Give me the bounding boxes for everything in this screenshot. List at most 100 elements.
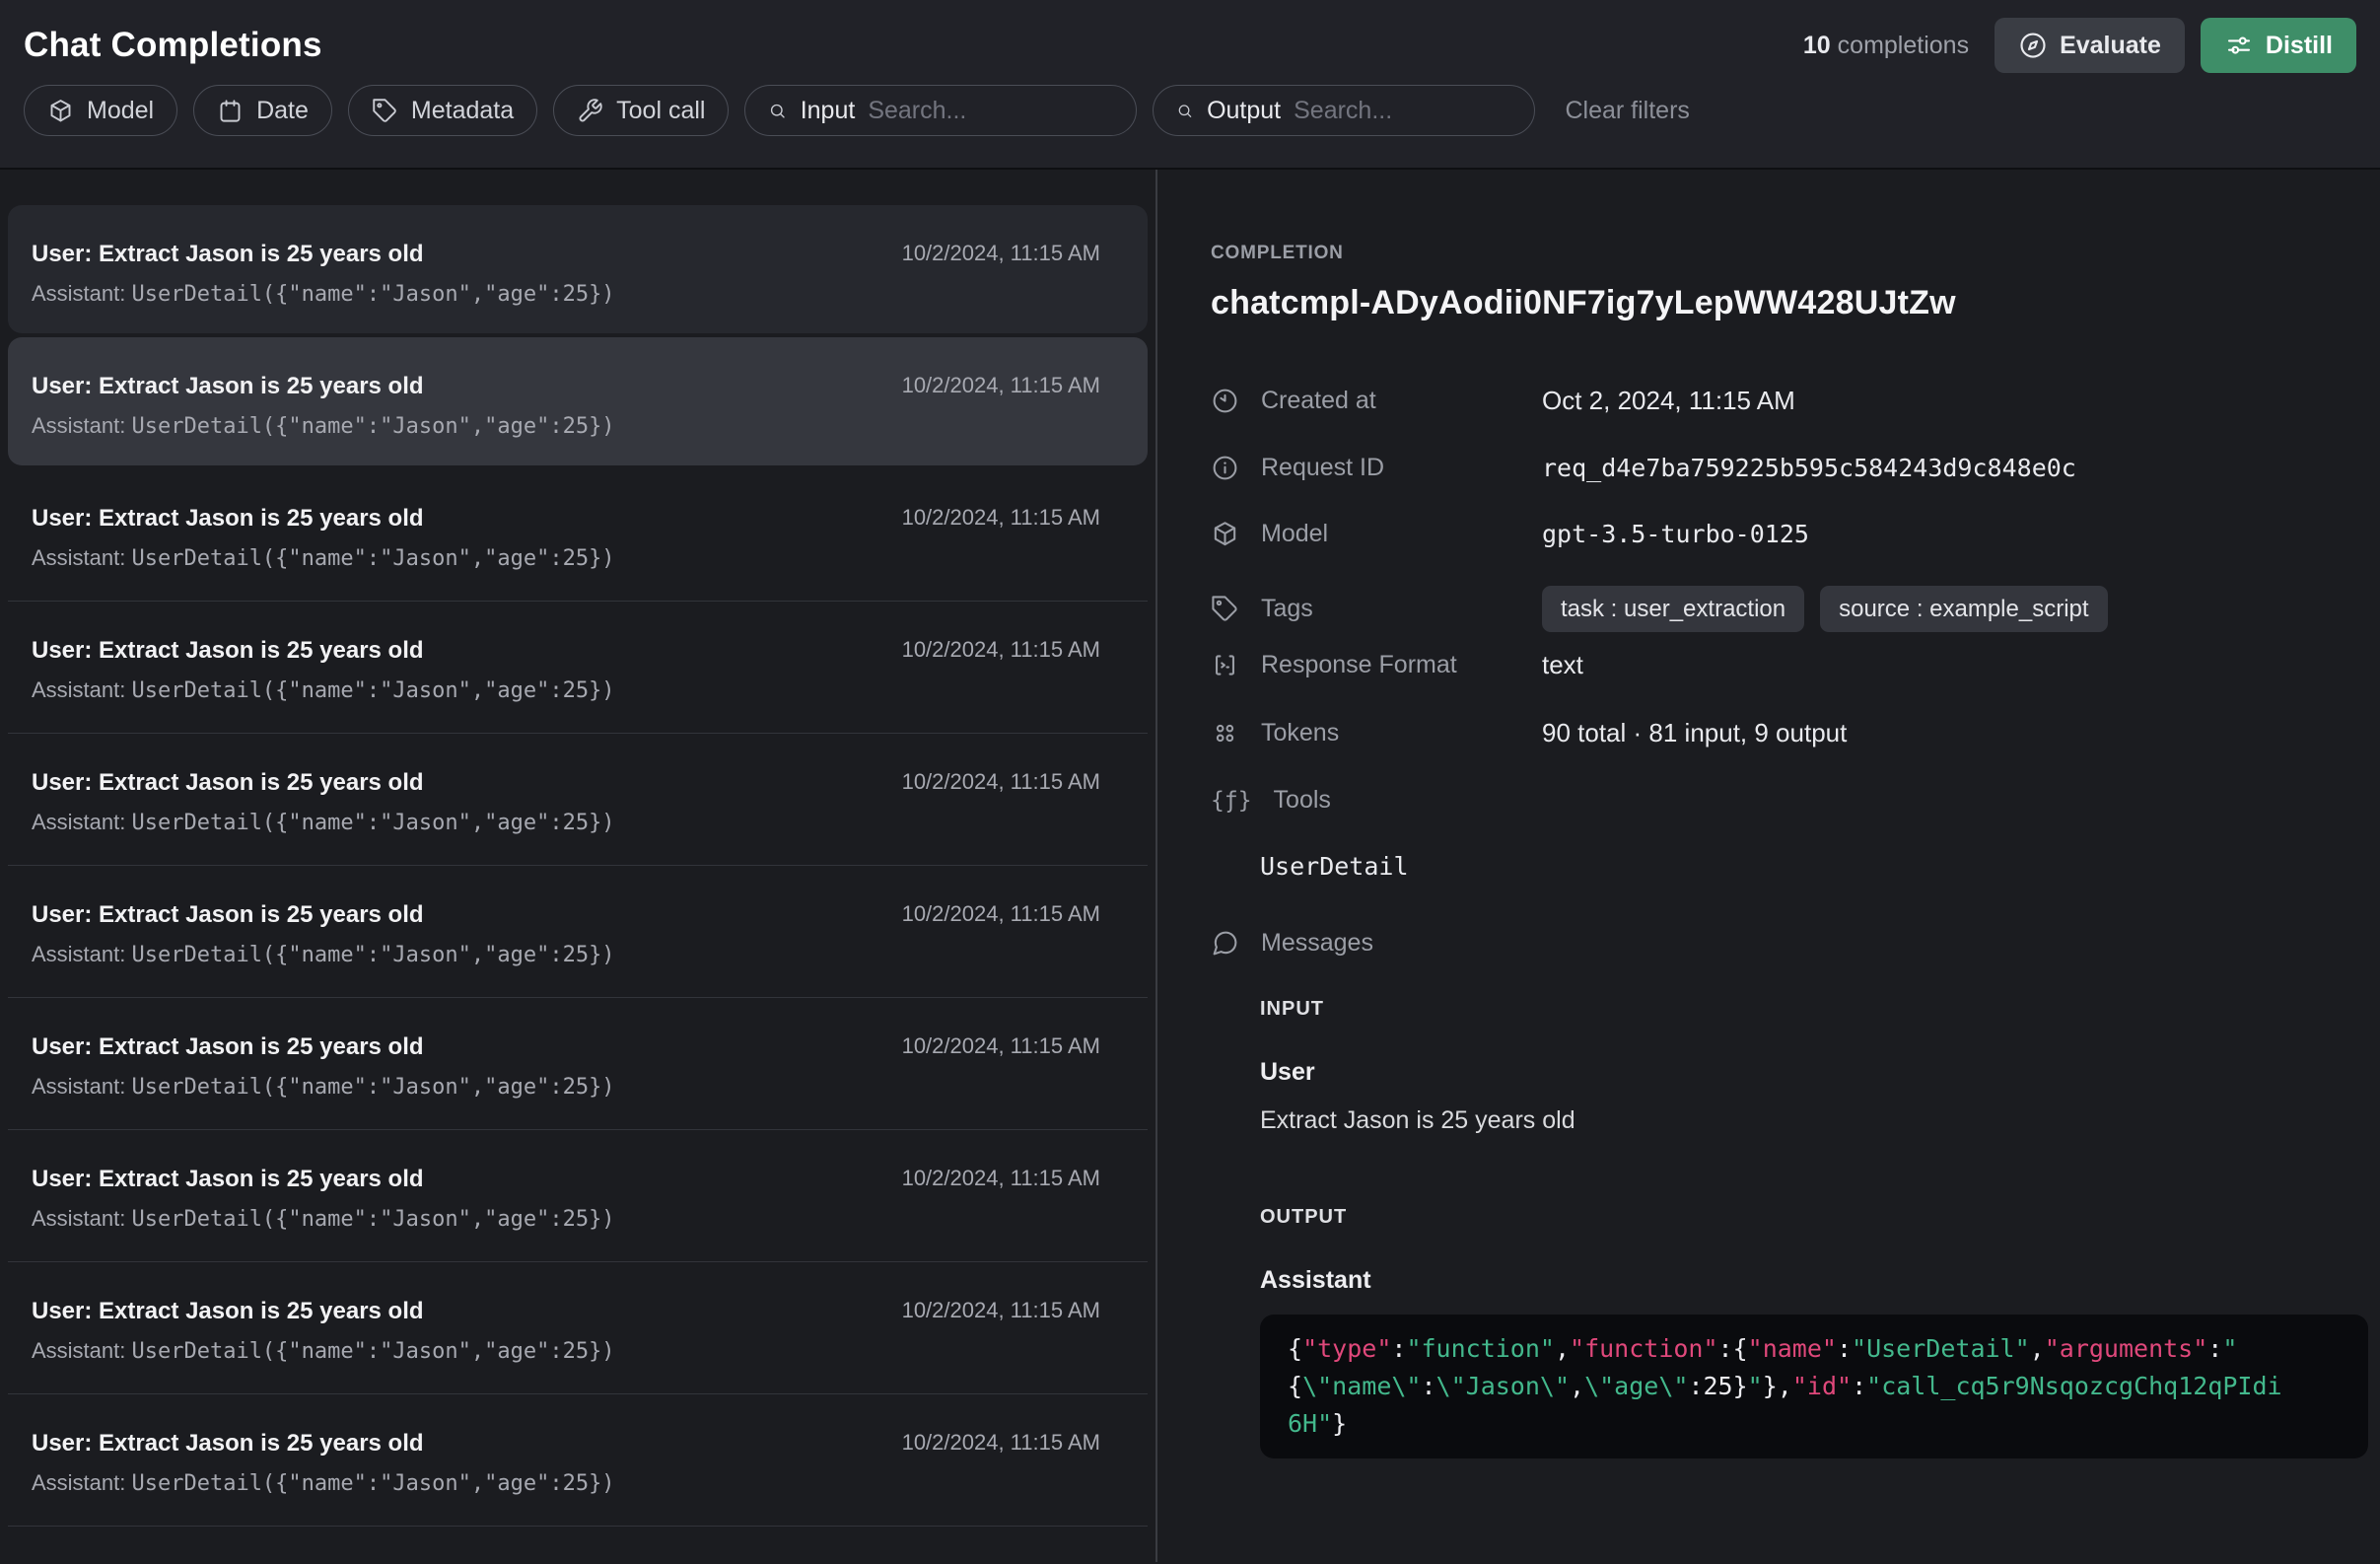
row-timestamp: 10/2/2024, 11:15 AM xyxy=(902,769,1100,795)
row-timestamp: 10/2/2024, 11:15 AM xyxy=(902,1298,1100,1323)
sliders-icon xyxy=(2224,31,2254,60)
clear-filters-button[interactable]: Clear filters xyxy=(1565,97,1689,125)
completion-row[interactable]: User: Extract Jason is 25 years oldAssis… xyxy=(8,205,1148,333)
header: Chat Completions 10 completions Evaluate… xyxy=(0,0,2380,170)
input-section-label: INPUT xyxy=(1260,998,2366,1021)
filter-pill-label: Model xyxy=(87,97,154,125)
completion-row[interactable]: User: Extract Jason is 25 years oldAssis… xyxy=(8,866,1148,998)
search-icon xyxy=(768,98,787,124)
chat-bubble-icon xyxy=(1211,929,1239,958)
detail-field-response-format: Response Format text xyxy=(1211,650,2366,680)
wrench-icon xyxy=(577,98,603,124)
completion-row[interactable]: User: Extract Jason is 25 years oldAssis… xyxy=(8,602,1148,734)
cube-icon xyxy=(47,98,74,124)
output-search-field[interactable] xyxy=(1294,97,1511,125)
completions-count: 10 completions xyxy=(1803,32,1969,60)
row-timestamp: 10/2/2024, 11:15 AM xyxy=(902,241,1100,266)
detail-field-model: Model gpt-3.5-turbo-0125 xyxy=(1211,520,2366,548)
output-code-block: {"type":"function","function":{"name":"U… xyxy=(1260,1315,2368,1458)
input-search-label: Input xyxy=(801,97,856,125)
field-value: 90 total · 81 input, 9 output xyxy=(1542,718,1847,748)
output-search[interactable]: Output xyxy=(1153,85,1535,136)
tag-chip: source : example_script xyxy=(1820,586,2107,632)
row-assistant-line: Assistant: UserDetail({"name":"Jason","a… xyxy=(32,1470,1100,1496)
evaluate-button[interactable]: Evaluate xyxy=(1995,18,2185,73)
filter-pill-label: Tool call xyxy=(616,97,705,125)
row-timestamp: 10/2/2024, 11:15 AM xyxy=(902,505,1100,531)
input-content: Extract Jason is 25 years old xyxy=(1260,1106,2366,1135)
compass-icon xyxy=(2018,31,2048,60)
tag-icon xyxy=(372,98,398,124)
completion-row[interactable]: User: Extract Jason is 25 years oldAssis… xyxy=(8,1394,1148,1527)
completion-detail-panel: COMPLETION chatcmpl-ADyAodii0NF7ig7yLepW… xyxy=(1157,170,2380,1562)
detail-field-tags: Tags task : user_extraction source : examp… xyxy=(1211,586,2366,632)
row-timestamp: 10/2/2024, 11:15 AM xyxy=(902,901,1100,927)
field-label: Tokens xyxy=(1261,719,1339,747)
field-label: Model xyxy=(1261,520,1328,548)
row-assistant-line: Assistant: UserDetail({"name":"Jason","a… xyxy=(32,810,1100,835)
completion-section-label: COMPLETION xyxy=(1211,243,2366,264)
completion-id: chatcmpl-ADyAodii0NF7ig7yLepWW428UJtZw xyxy=(1211,284,2366,322)
field-value: gpt-3.5-turbo-0125 xyxy=(1542,520,1809,548)
filter-pill-label: Metadata xyxy=(411,97,514,125)
row-assistant-line: Assistant: UserDetail({"name":"Jason","a… xyxy=(32,1338,1100,1364)
filter-pill-date[interactable]: Date xyxy=(193,85,332,136)
field-label: Tools xyxy=(1274,786,1331,815)
row-timestamp: 10/2/2024, 11:15 AM xyxy=(902,1033,1100,1059)
completions-list: User: Extract Jason is 25 years oldAssis… xyxy=(0,170,1157,1562)
response-format-icon xyxy=(1211,651,1239,679)
completion-row[interactable]: User: Extract Jason is 25 years oldAssis… xyxy=(8,469,1148,602)
output-section-label: OUTPUT xyxy=(1260,1206,2366,1229)
tag-icon xyxy=(1211,595,1239,623)
row-assistant-line: Assistant: UserDetail({"name":"Jason","a… xyxy=(32,677,1100,703)
field-label: Created at xyxy=(1261,387,1376,415)
detail-field-created-at: Created at Oct 2, 2024, 11:15 AM xyxy=(1211,386,2366,416)
search-icon xyxy=(1176,98,1194,124)
filter-pill-tool-call[interactable]: Tool call xyxy=(553,85,729,136)
row-timestamp: 10/2/2024, 11:15 AM xyxy=(902,637,1100,663)
filter-pill-model[interactable]: Model xyxy=(24,85,177,136)
output-search-label: Output xyxy=(1207,97,1281,125)
row-timestamp: 10/2/2024, 11:15 AM xyxy=(902,1166,1100,1191)
messages-header: Messages xyxy=(1211,929,2366,958)
completion-row[interactable]: User: Extract Jason is 25 years oldAssis… xyxy=(8,998,1148,1130)
filter-pill-label: Date xyxy=(256,97,309,125)
tokens-icon xyxy=(1211,719,1239,747)
field-label: Request ID xyxy=(1261,454,1384,482)
calendar-icon xyxy=(217,98,244,124)
clock-icon xyxy=(1211,387,1239,415)
tools-icon: {ƒ} xyxy=(1211,788,1252,814)
detail-field-tokens: Tokens 90 total · 81 input, 9 output xyxy=(1211,718,2366,748)
field-label: Response Format xyxy=(1261,651,1457,679)
field-value: Oct 2, 2024, 11:15 AM xyxy=(1542,386,1795,416)
detail-field-request-id: Request ID req_d4e7ba759225b595c584243d9c… xyxy=(1211,454,2366,482)
messages-label: Messages xyxy=(1261,929,1373,958)
completion-row[interactable]: User: Extract Jason is 25 years oldAssis… xyxy=(8,734,1148,866)
row-assistant-line: Assistant: UserDetail({"name":"Jason","a… xyxy=(32,413,1100,439)
input-search[interactable]: Input xyxy=(744,85,1137,136)
output-role: Assistant xyxy=(1260,1266,2366,1295)
tag-chip: task : user_extraction xyxy=(1542,586,1804,632)
page-title: Chat Completions xyxy=(24,26,322,65)
row-timestamp: 10/2/2024, 11:15 AM xyxy=(902,373,1100,398)
filter-bar: ModelDateMetadataTool call Input Output … xyxy=(24,79,2356,136)
field-value: req_d4e7ba759225b595c584243d9c848e0c xyxy=(1542,454,2076,482)
info-icon xyxy=(1211,454,1239,482)
row-assistant-line: Assistant: UserDetail({"name":"Jason","a… xyxy=(32,281,1100,307)
field-value: text xyxy=(1542,650,1583,680)
completion-row[interactable]: User: Extract Jason is 25 years oldAssis… xyxy=(8,1262,1148,1394)
distill-button[interactable]: Distill xyxy=(2201,18,2356,73)
input-role: User xyxy=(1260,1058,2366,1087)
row-assistant-line: Assistant: UserDetail({"name":"Jason","a… xyxy=(32,1206,1100,1232)
completion-row[interactable]: User: Extract Jason is 25 years oldAssis… xyxy=(8,337,1148,465)
detail-field-tools: {ƒ} Tools xyxy=(1211,786,2366,815)
completion-row[interactable]: User: Extract Jason is 25 years oldAssis… xyxy=(8,1130,1148,1262)
row-assistant-line: Assistant: UserDetail({"name":"Jason","a… xyxy=(32,1074,1100,1100)
row-assistant-line: Assistant: UserDetail({"name":"Jason","a… xyxy=(32,942,1100,967)
cube-icon xyxy=(1211,520,1239,548)
row-timestamp: 10/2/2024, 11:15 AM xyxy=(902,1430,1100,1456)
tool-name: UserDetail xyxy=(1260,852,2366,881)
input-search-field[interactable] xyxy=(868,97,1113,125)
field-label: Tags xyxy=(1261,595,1313,623)
filter-pill-metadata[interactable]: Metadata xyxy=(348,85,537,136)
